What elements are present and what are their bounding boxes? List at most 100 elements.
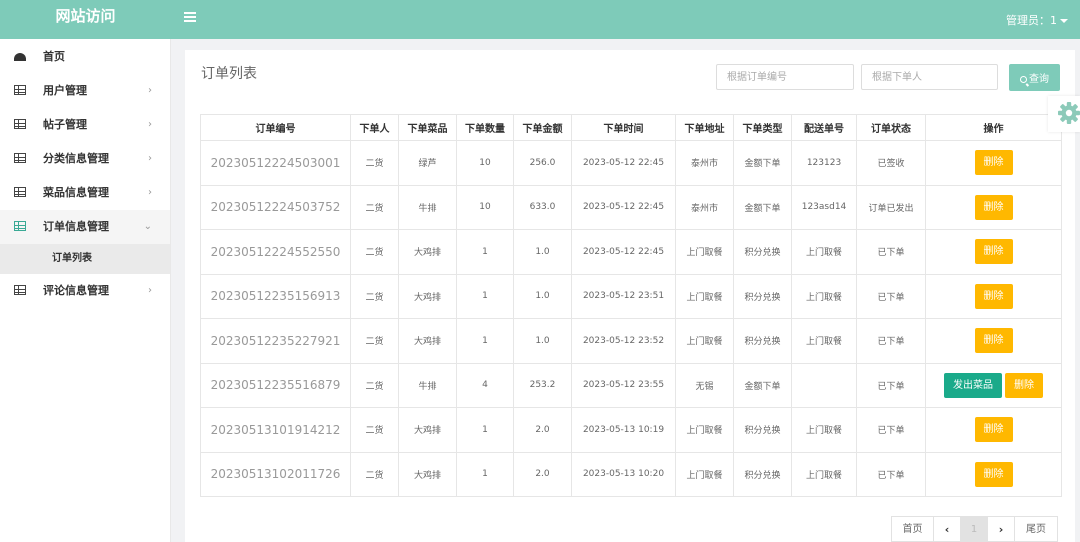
search-icon [1020,76,1027,83]
hamburger-icon[interactable] [184,12,196,26]
table-cell: 订单已发出 [856,184,926,230]
column-header: 下单人 [350,114,399,141]
table-cell: 1.0 [513,229,572,275]
sidebar-item-dishes[interactable]: 菜品信息管理 › [0,176,170,210]
search-button-label: 查询 [1029,74,1049,85]
chevron-right-icon: › [148,85,152,96]
delete-button[interactable]: 删除 [974,150,1013,176]
column-header: 下单时间 [571,114,676,141]
table-cell: 金额下单 [733,362,792,408]
table-cell: 123asd14 [791,184,857,230]
table-cell: 已签收 [856,140,926,186]
admin-label: 管理员：1 [1006,14,1057,27]
table-cell: 二货 [350,273,399,319]
actions-cell: 发出菜品 删除 [925,362,1062,408]
sidebar-item-users[interactable]: 用户管理 › [0,74,170,108]
sidebar-item-label: 菜品信息管理 [43,186,109,199]
table-cell: 二货 [350,140,399,186]
column-header: 下单金额 [513,114,572,141]
actions-cell: 删除 [925,318,1062,364]
table-row: 20230512224503001 二货 绿芦 10 256.0 2023-05-12 2… [200,140,1062,186]
table-row: 20230513102011726 二货 大鸡排 1 2.0 2023-05-13 10:… [200,451,1062,497]
search-button[interactable]: 查询 [1009,64,1060,91]
table-cell [791,362,857,408]
table-cell: 2.0 [513,451,572,497]
table-cell: 上门取餐 [791,451,857,497]
column-header: 订单状态 [856,114,926,141]
delete-button[interactable]: 删除 [974,283,1013,309]
pagination-prev[interactable]: ‹ [933,516,961,542]
column-header: 订单编号 [200,114,351,141]
chevron-right-icon: › [148,187,152,198]
table-cell: 积分兑换 [733,407,792,453]
actions-cell: 删除 [925,273,1062,319]
pagination-first[interactable]: 首页 [891,516,934,542]
delete-button[interactable]: 删除 [974,239,1013,265]
sidebar-item-posts[interactable]: 帖子管理 › [0,108,170,142]
user-search-input[interactable] [861,64,998,90]
delete-button[interactable]: 删除 [974,328,1013,354]
column-header: 下单类型 [733,114,792,141]
table-cell: 上门取餐 [791,273,857,319]
table-cell: 二货 [350,318,399,364]
admin-menu[interactable]: 管理员：1 [1006,12,1068,28]
grid-icon [14,119,26,129]
column-header: 操作 [925,114,1062,141]
table-cell: 20230513101914212 [200,407,351,453]
table-cell: 大鸡排 [398,451,457,497]
table-cell: 积分兑换 [733,318,792,364]
chevron-down-icon [1060,19,1068,23]
gear-icon [1058,102,1080,124]
sidebar-item-label: 首页 [43,50,65,63]
order-no-search-input[interactable] [716,64,854,90]
table-cell: 二货 [350,229,399,275]
pagination-next[interactable]: › [987,516,1015,542]
table-cell: 20230513102011726 [200,451,351,497]
pagination-last[interactable]: 尾页 [1014,516,1058,542]
settings-button[interactable] [1048,96,1080,132]
delete-button[interactable]: 删除 [974,194,1013,220]
column-header: 下单地址 [675,114,734,141]
chevron-down-icon: ⌄ [143,221,152,232]
sidebar-item-orders[interactable]: 订单信息管理 ⌄ [0,210,170,244]
delete-button[interactable]: 删除 [974,417,1013,443]
ship-dish-button[interactable]: 发出菜品 [944,372,1002,398]
table-cell: 金额下单 [733,184,792,230]
table-cell: 牛排 [398,362,457,408]
table-cell: 256.0 [513,140,572,186]
pagination-current[interactable]: 1 [960,516,988,542]
brand-title[interactable]: 网站访问 [0,0,171,39]
table-cell: 积分兑换 [733,273,792,319]
table-cell: 123123 [791,140,857,186]
table-cell: 上门取餐 [791,407,857,453]
column-header: 下单数量 [456,114,514,141]
table-cell: 10 [456,184,514,230]
table-cell: 上门取餐 [675,407,734,453]
sidebar-item-comments[interactable]: 评论信息管理 › [0,274,170,308]
sidebar-item-categories[interactable]: 分类信息管理 › [0,142,170,176]
table-cell: 二货 [350,184,399,230]
table-cell: 上门取餐 [675,229,734,275]
grid-icon [14,85,26,95]
table-row: 20230513101914212 二货 大鸡排 1 2.0 2023-05-13 10:… [200,407,1062,453]
table-cell: 20230512224552550 [200,229,351,275]
delete-button[interactable]: 删除 [974,461,1013,487]
table-cell: 253.2 [513,362,572,408]
sidebar-subitem-order-list[interactable]: 订单列表 [0,244,170,274]
table-cell: 2.0 [513,407,572,453]
actions-cell: 删除 [925,184,1062,230]
actions-cell: 删除 [925,140,1062,186]
table-cell: 大鸡排 [398,273,457,319]
sidebar-item-home[interactable]: 首页 [0,40,170,74]
table-cell: 20230512224503752 [200,184,351,230]
table-cell: 20230512235227921 [200,318,351,364]
table-cell: 上门取餐 [675,318,734,364]
delete-button[interactable]: 删除 [1005,372,1043,398]
table-cell: 2023-05-13 10:19 [571,407,676,453]
table-cell: 已下单 [856,407,926,453]
table-cell: 二货 [350,451,399,497]
table-cell: 上门取餐 [791,229,857,275]
table-row: 20230512235227921 二货 大鸡排 1 1.0 2023-05-12 23:… [200,318,1062,364]
table-cell: 泰州市 [675,184,734,230]
table-cell: 2023-05-12 22:45 [571,140,676,186]
